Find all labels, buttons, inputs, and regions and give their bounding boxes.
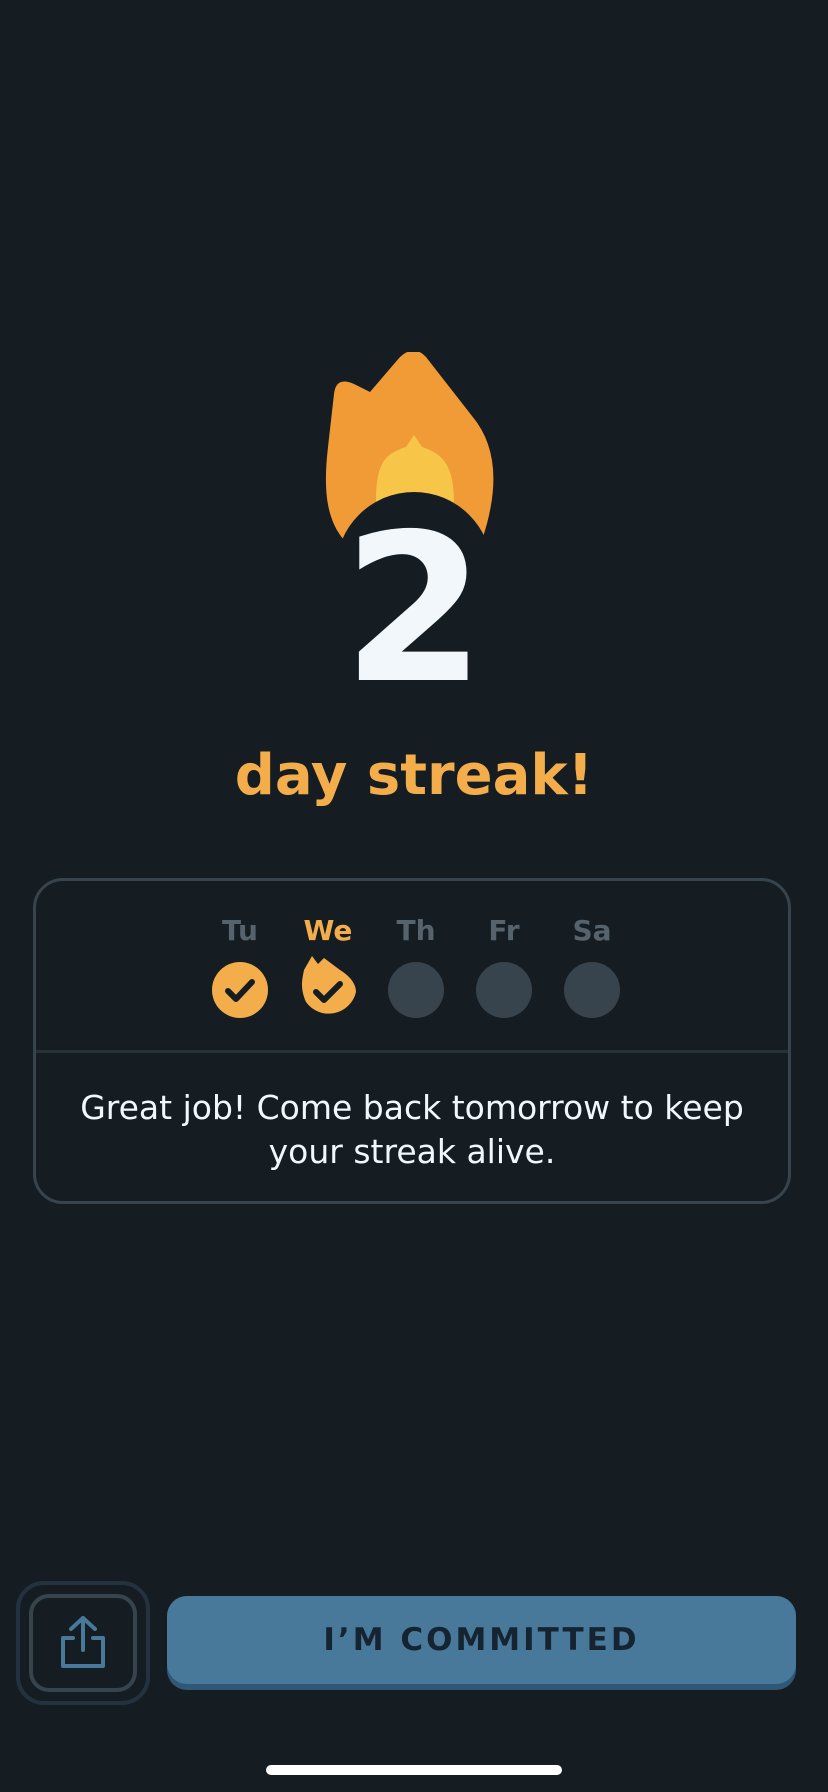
day-wednesday: We	[293, 911, 363, 1018]
day-tuesday: Tu	[205, 911, 275, 1018]
im-committed-button[interactable]: I’M COMMITTED	[167, 1596, 796, 1690]
check-icon	[225, 979, 255, 1002]
share-icon	[61, 1616, 105, 1668]
day-today-dot	[300, 956, 356, 1018]
day-friday: Fr	[469, 911, 539, 1018]
streak-count: 2	[342, 491, 486, 729]
share-button-face[interactable]	[29, 1594, 137, 1692]
day-empty-dot	[476, 962, 532, 1018]
home-indicator[interactable]	[266, 1765, 562, 1775]
encouragement-message: Great job! Come back tomorrow to keep yo…	[80, 1088, 744, 1171]
day-label: Tu	[222, 914, 258, 947]
day-thursday: Th	[381, 911, 451, 1018]
day-label: Sa	[572, 914, 612, 947]
flame-check-icon	[302, 956, 356, 1014]
im-committed-label: I’M COMMITTED	[167, 1596, 796, 1684]
card-divider	[36, 1050, 788, 1053]
streak-label: day streak!	[234, 743, 594, 808]
share-button[interactable]	[16, 1581, 150, 1705]
day-complete-dot	[212, 962, 268, 1018]
week-progress-card: Tu We Th Fr Sa Great job! Come back tomo…	[33, 878, 791, 1204]
day-empty-dot	[564, 962, 620, 1018]
day-label: Fr	[488, 914, 520, 947]
day-label: We	[303, 914, 353, 947]
day-label: Th	[396, 914, 436, 947]
day-empty-dot	[388, 962, 444, 1018]
day-saturday: Sa	[557, 911, 627, 1018]
